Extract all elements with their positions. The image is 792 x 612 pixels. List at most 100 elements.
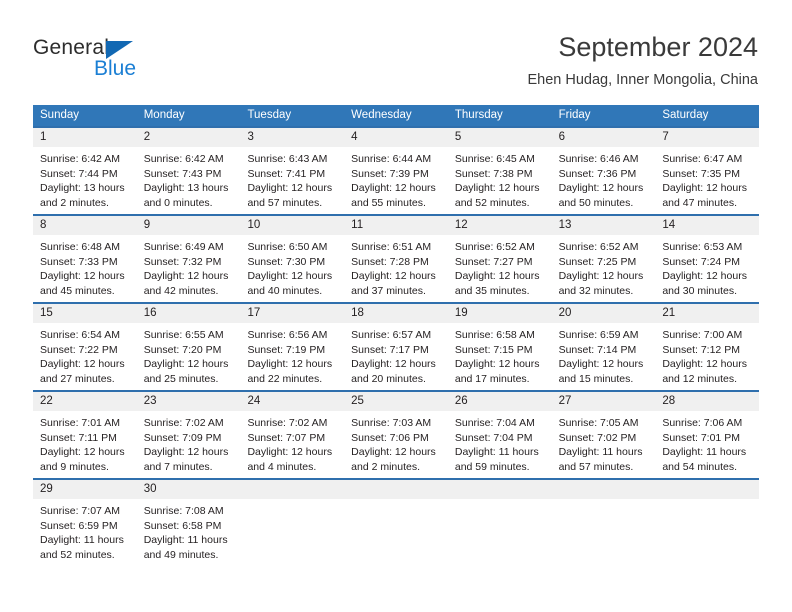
sunset-text: Sunset: 7:12 PM: [662, 343, 740, 356]
sunset-text: Sunset: 7:43 PM: [143, 167, 222, 180]
day-cell[interactable]: 1 Sunrise: 6:42 AM Sunset: 7:44 PM Dayli…: [33, 128, 137, 214]
day-info: Sunrise: 7:00 AM Sunset: 7:12 PM Dayligh…: [655, 323, 759, 386]
day-cell[interactable]: 15 Sunrise: 6:54 AM Sunset: 7:22 PM Dayl…: [33, 304, 137, 390]
day-info: Sunrise: 6:51 AM Sunset: 7:28 PM Dayligh…: [344, 235, 448, 298]
day-info: Sunrise: 6:44 AM Sunset: 7:39 PM Dayligh…: [344, 147, 448, 210]
day-cell[interactable]: 14 Sunrise: 6:53 AM Sunset: 7:24 PM Dayl…: [655, 216, 760, 302]
sunset-text: Sunset: 7:41 PM: [247, 167, 326, 180]
day-info: Sunrise: 6:48 AM Sunset: 7:33 PM Dayligh…: [33, 235, 137, 298]
sunset-text: Sunset: 7:35 PM: [662, 167, 740, 180]
sunset-text: Sunset: 7:38 PM: [454, 167, 533, 180]
sunrise-text: Sunrise: 6:48 AM: [40, 241, 120, 253]
day-cell[interactable]: 3 Sunrise: 6:43 AM Sunset: 7:41 PM Dayli…: [240, 128, 345, 214]
day-cell[interactable]: 10 Sunrise: 6:50 AM Sunset: 7:30 PM Dayl…: [240, 216, 345, 302]
day-cell[interactable]: 25 Sunrise: 7:03 AM Sunset: 7:06 PM Dayl…: [344, 392, 448, 478]
day-number: 2: [136, 128, 241, 147]
day-cell[interactable]: 24 Sunrise: 7:02 AM Sunset: 7:07 PM Dayl…: [240, 392, 345, 478]
weekday-header-friday: Friday: [558, 109, 591, 121]
day-number: 10: [240, 216, 345, 235]
daylight-text-line1: Daylight: 11 hours: [454, 446, 539, 459]
sunrise-text: Sunrise: 6:44 AM: [351, 153, 432, 165]
day-number: 25: [344, 392, 448, 411]
day-cell[interactable]: 26 Sunrise: 7:04 AM Sunset: 7:04 PM Dayl…: [447, 392, 552, 478]
day-cell[interactable]: 19 Sunrise: 6:58 AM Sunset: 7:15 PM Dayl…: [447, 304, 552, 390]
day-cell[interactable]: 2 Sunrise: 6:42 AM Sunset: 7:43 PM Dayli…: [136, 128, 241, 214]
day-number: 5: [447, 128, 552, 147]
day-cell[interactable]: 11 Sunrise: 6:51 AM Sunset: 7:28 PM Dayl…: [344, 216, 448, 302]
day-cell[interactable]: 5 Sunrise: 6:45 AM Sunset: 7:38 PM Dayli…: [447, 128, 552, 214]
day-cell[interactable]: 20 Sunrise: 6:59 AM Sunset: 7:14 PM Dayl…: [551, 304, 656, 390]
daylight-text-line1: Daylight: 12 hours: [558, 182, 644, 195]
day-cell[interactable]: 7 Sunrise: 6:47 AM Sunset: 7:35 PM Dayli…: [655, 128, 760, 214]
daylight-text-line1: Daylight: 11 hours: [143, 534, 228, 547]
daylight-text-line2: and 25 minutes.: [143, 372, 219, 385]
day-cell[interactable]: 23 Sunrise: 7:02 AM Sunset: 7:09 PM Dayl…: [136, 392, 241, 478]
sunrise-text: Sunrise: 6:45 AM: [454, 153, 535, 165]
sunset-text: Sunset: 7:11 PM: [40, 431, 117, 444]
sunset-text: Sunset: 7:01 PM: [662, 431, 740, 444]
daylight-text-line1: Daylight: 12 hours: [247, 446, 333, 459]
general-blue-logo[interactable]: General Blue: [33, 36, 233, 92]
day-cell[interactable]: 16 Sunrise: 6:55 AM Sunset: 7:20 PM Dayl…: [136, 304, 241, 390]
day-info: Sunrise: 7:02 AM Sunset: 7:09 PM Dayligh…: [137, 411, 241, 474]
day-cell[interactable]: 29 Sunrise: 7:07 AM Sunset: 6:59 PM Dayl…: [33, 480, 137, 566]
day-number: 1: [33, 128, 137, 147]
day-info: Sunrise: 7:02 AM Sunset: 7:07 PM Dayligh…: [240, 411, 344, 474]
daylight-text-line2: and 54 minutes.: [662, 460, 738, 473]
day-info: Sunrise: 6:43 AM Sunset: 7:41 PM Dayligh…: [240, 147, 344, 210]
daylight-text-line2: and 20 minutes.: [351, 372, 426, 385]
daylight-text-line1: Daylight: 12 hours: [558, 358, 644, 371]
daylight-text-line1: Daylight: 12 hours: [40, 270, 125, 283]
day-cell[interactable]: 13 Sunrise: 6:52 AM Sunset: 7:25 PM Dayl…: [551, 216, 656, 302]
sunrise-text: Sunrise: 7:06 AM: [662, 417, 743, 429]
sunset-text: Sunset: 7:24 PM: [662, 255, 740, 268]
day-number: 7: [655, 128, 760, 147]
daylight-text-line2: and 22 minutes.: [247, 372, 323, 385]
day-number: 11: [344, 216, 448, 235]
day-number: [344, 480, 448, 499]
sunset-text: Sunset: 7:06 PM: [351, 431, 429, 444]
sunrise-text: Sunrise: 7:07 AM: [40, 505, 120, 517]
daylight-text-line1: Daylight: 12 hours: [662, 182, 747, 195]
day-cell[interactable]: 21 Sunrise: 7:00 AM Sunset: 7:12 PM Dayl…: [655, 304, 760, 390]
sunset-text: Sunset: 7:02 PM: [558, 431, 637, 444]
day-cell[interactable]: 22 Sunrise: 7:01 AM Sunset: 7:11 PM Dayl…: [33, 392, 137, 478]
day-info: Sunrise: 7:06 AM Sunset: 7:01 PM Dayligh…: [655, 411, 759, 474]
daylight-text-line2: and 2 minutes.: [351, 460, 421, 473]
daylight-text-line2: and 4 minutes.: [247, 460, 317, 473]
day-info: Sunrise: 6:52 AM Sunset: 7:25 PM Dayligh…: [552, 235, 656, 298]
day-number: 6: [551, 128, 656, 147]
sunrise-text: Sunrise: 6:56 AM: [247, 329, 328, 341]
day-cell[interactable]: 6 Sunrise: 6:46 AM Sunset: 7:36 PM Dayli…: [551, 128, 656, 214]
day-number: 9: [136, 216, 241, 235]
week-row: 8 Sunrise: 6:48 AM Sunset: 7:33 PM Dayli…: [33, 214, 760, 302]
day-number: 13: [551, 216, 656, 235]
page-title: September 2024: [558, 32, 758, 62]
sunset-text: Sunset: 7:36 PM: [558, 167, 637, 180]
day-cell[interactable]: 12 Sunrise: 6:52 AM Sunset: 7:27 PM Dayl…: [447, 216, 552, 302]
day-cell[interactable]: 4 Sunrise: 6:44 AM Sunset: 7:39 PM Dayli…: [344, 128, 448, 214]
day-cell[interactable]: 9 Sunrise: 6:49 AM Sunset: 7:32 PM Dayli…: [136, 216, 241, 302]
sunset-text: Sunset: 7:09 PM: [143, 431, 222, 444]
daylight-text-line2: and 57 minutes.: [558, 460, 634, 473]
calendar-grid: Sunday Monday Tuesday Wednesday Thursday…: [33, 105, 760, 566]
day-cell[interactable]: 8 Sunrise: 6:48 AM Sunset: 7:33 PM Dayli…: [33, 216, 137, 302]
day-number: 16: [136, 304, 241, 323]
page-subtitle: Ehen Hudag, Inner Mongolia, China: [527, 72, 758, 88]
day-info: Sunrise: 6:52 AM Sunset: 7:27 PM Dayligh…: [448, 235, 552, 298]
day-info: Sunrise: 6:54 AM Sunset: 7:22 PM Dayligh…: [33, 323, 137, 386]
day-cell[interactable]: 30 Sunrise: 7:08 AM Sunset: 6:58 PM Dayl…: [136, 480, 241, 566]
sunset-text: Sunset: 7:14 PM: [558, 343, 637, 356]
day-number: 27: [551, 392, 656, 411]
day-cell[interactable]: 28 Sunrise: 7:06 AM Sunset: 7:01 PM Dayl…: [655, 392, 760, 478]
sunrise-text: Sunrise: 6:51 AM: [351, 241, 432, 253]
sunrise-text: Sunrise: 7:02 AM: [143, 417, 224, 429]
day-cell[interactable]: 18 Sunrise: 6:57 AM Sunset: 7:17 PM Dayl…: [344, 304, 448, 390]
day-cell[interactable]: 27 Sunrise: 7:05 AM Sunset: 7:02 PM Dayl…: [551, 392, 656, 478]
daylight-text-line2: and 2 minutes.: [40, 196, 109, 209]
day-cell[interactable]: 17 Sunrise: 6:56 AM Sunset: 7:19 PM Dayl…: [240, 304, 345, 390]
day-number: [240, 480, 345, 499]
sunset-text: Sunset: 7:30 PM: [247, 255, 326, 268]
weekday-header-wednesday: Wednesday: [351, 109, 412, 121]
day-number: 21: [655, 304, 760, 323]
